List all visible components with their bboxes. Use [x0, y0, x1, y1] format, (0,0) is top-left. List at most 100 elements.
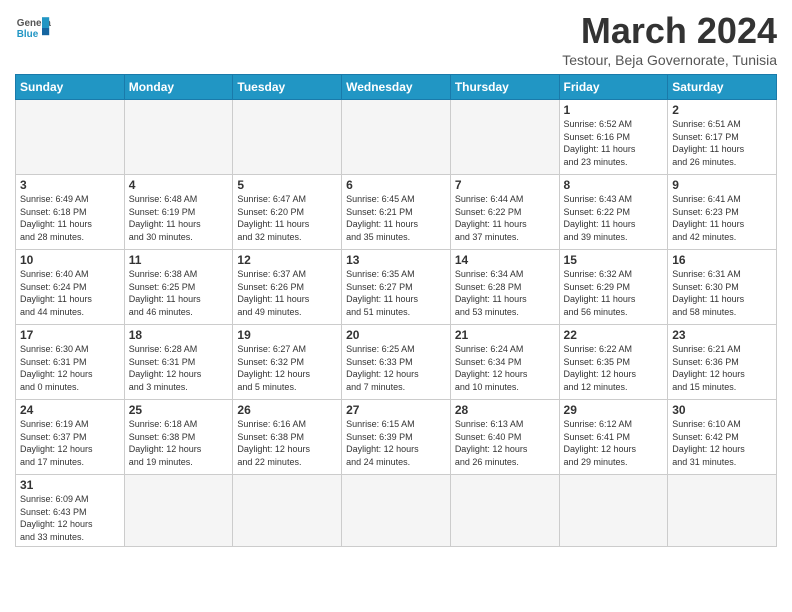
logo-svg: General Blue: [15, 10, 51, 46]
title-area: March 2024 Testour, Beja Governorate, Tu…: [562, 10, 777, 68]
calendar-week-5: 31Sunrise: 6:09 AM Sunset: 6:43 PM Dayli…: [16, 475, 777, 547]
month-title: March 2024: [562, 10, 777, 52]
logo: General Blue: [15, 10, 51, 46]
day-info: Sunrise: 6:19 AM Sunset: 6:37 PM Dayligh…: [20, 418, 120, 468]
day-number: 25: [129, 403, 229, 417]
calendar-cell: 15Sunrise: 6:32 AM Sunset: 6:29 PM Dayli…: [559, 250, 668, 325]
day-number: 30: [672, 403, 772, 417]
day-number: 5: [237, 178, 337, 192]
day-info: Sunrise: 6:52 AM Sunset: 6:16 PM Dayligh…: [564, 118, 664, 168]
calendar-cell: 22Sunrise: 6:22 AM Sunset: 6:35 PM Dayli…: [559, 325, 668, 400]
day-header-wednesday: Wednesday: [342, 75, 451, 100]
day-number: 23: [672, 328, 772, 342]
day-number: 12: [237, 253, 337, 267]
calendar-cell: 13Sunrise: 6:35 AM Sunset: 6:27 PM Dayli…: [342, 250, 451, 325]
day-number: 28: [455, 403, 555, 417]
calendar-cell: 26Sunrise: 6:16 AM Sunset: 6:38 PM Dayli…: [233, 400, 342, 475]
day-number: 9: [672, 178, 772, 192]
day-info: Sunrise: 6:49 AM Sunset: 6:18 PM Dayligh…: [20, 193, 120, 243]
day-number: 10: [20, 253, 120, 267]
calendar-cell: 28Sunrise: 6:13 AM Sunset: 6:40 PM Dayli…: [450, 400, 559, 475]
day-info: Sunrise: 6:18 AM Sunset: 6:38 PM Dayligh…: [129, 418, 229, 468]
day-number: 22: [564, 328, 664, 342]
day-info: Sunrise: 6:09 AM Sunset: 6:43 PM Dayligh…: [20, 493, 120, 543]
day-header-friday: Friday: [559, 75, 668, 100]
day-info: Sunrise: 6:25 AM Sunset: 6:33 PM Dayligh…: [346, 343, 446, 393]
day-info: Sunrise: 6:37 AM Sunset: 6:26 PM Dayligh…: [237, 268, 337, 318]
subtitle: Testour, Beja Governorate, Tunisia: [562, 52, 777, 68]
day-info: Sunrise: 6:45 AM Sunset: 6:21 PM Dayligh…: [346, 193, 446, 243]
calendar-cell: [450, 475, 559, 547]
calendar-week-2: 10Sunrise: 6:40 AM Sunset: 6:24 PM Dayli…: [16, 250, 777, 325]
calendar-cell: 14Sunrise: 6:34 AM Sunset: 6:28 PM Dayli…: [450, 250, 559, 325]
calendar-cell: 29Sunrise: 6:12 AM Sunset: 6:41 PM Dayli…: [559, 400, 668, 475]
calendar-cell: 25Sunrise: 6:18 AM Sunset: 6:38 PM Dayli…: [124, 400, 233, 475]
calendar-week-0: 1Sunrise: 6:52 AM Sunset: 6:16 PM Daylig…: [16, 100, 777, 175]
calendar-header-row: SundayMondayTuesdayWednesdayThursdayFrid…: [16, 75, 777, 100]
day-header-sunday: Sunday: [16, 75, 125, 100]
calendar-cell: 12Sunrise: 6:37 AM Sunset: 6:26 PM Dayli…: [233, 250, 342, 325]
calendar-table: SundayMondayTuesdayWednesdayThursdayFrid…: [15, 74, 777, 547]
day-info: Sunrise: 6:13 AM Sunset: 6:40 PM Dayligh…: [455, 418, 555, 468]
calendar-cell: [559, 475, 668, 547]
day-info: Sunrise: 6:24 AM Sunset: 6:34 PM Dayligh…: [455, 343, 555, 393]
calendar-week-4: 24Sunrise: 6:19 AM Sunset: 6:37 PM Dayli…: [16, 400, 777, 475]
day-number: 14: [455, 253, 555, 267]
day-number: 4: [129, 178, 229, 192]
day-number: 7: [455, 178, 555, 192]
day-number: 11: [129, 253, 229, 267]
day-header-tuesday: Tuesday: [233, 75, 342, 100]
day-number: 20: [346, 328, 446, 342]
calendar-cell: 6Sunrise: 6:45 AM Sunset: 6:21 PM Daylig…: [342, 175, 451, 250]
day-number: 13: [346, 253, 446, 267]
day-number: 29: [564, 403, 664, 417]
calendar-week-1: 3Sunrise: 6:49 AM Sunset: 6:18 PM Daylig…: [16, 175, 777, 250]
calendar-cell: 27Sunrise: 6:15 AM Sunset: 6:39 PM Dayli…: [342, 400, 451, 475]
day-number: 2: [672, 103, 772, 117]
calendar-cell: 30Sunrise: 6:10 AM Sunset: 6:42 PM Dayli…: [668, 400, 777, 475]
calendar-week-3: 17Sunrise: 6:30 AM Sunset: 6:31 PM Dayli…: [16, 325, 777, 400]
day-info: Sunrise: 6:10 AM Sunset: 6:42 PM Dayligh…: [672, 418, 772, 468]
calendar-cell: 31Sunrise: 6:09 AM Sunset: 6:43 PM Dayli…: [16, 475, 125, 547]
day-info: Sunrise: 6:51 AM Sunset: 6:17 PM Dayligh…: [672, 118, 772, 168]
day-number: 31: [20, 478, 120, 492]
day-number: 15: [564, 253, 664, 267]
day-number: 3: [20, 178, 120, 192]
calendar-cell: 5Sunrise: 6:47 AM Sunset: 6:20 PM Daylig…: [233, 175, 342, 250]
day-info: Sunrise: 6:31 AM Sunset: 6:30 PM Dayligh…: [672, 268, 772, 318]
header: General Blue March 2024 Testour, Beja Go…: [15, 10, 777, 68]
calendar-cell: [450, 100, 559, 175]
calendar-cell: [233, 475, 342, 547]
calendar-cell: 9Sunrise: 6:41 AM Sunset: 6:23 PM Daylig…: [668, 175, 777, 250]
day-info: Sunrise: 6:43 AM Sunset: 6:22 PM Dayligh…: [564, 193, 664, 243]
calendar-cell: 7Sunrise: 6:44 AM Sunset: 6:22 PM Daylig…: [450, 175, 559, 250]
day-info: Sunrise: 6:41 AM Sunset: 6:23 PM Dayligh…: [672, 193, 772, 243]
day-number: 1: [564, 103, 664, 117]
calendar-cell: [233, 100, 342, 175]
calendar-cell: 21Sunrise: 6:24 AM Sunset: 6:34 PM Dayli…: [450, 325, 559, 400]
day-info: Sunrise: 6:34 AM Sunset: 6:28 PM Dayligh…: [455, 268, 555, 318]
calendar-cell: [124, 100, 233, 175]
day-number: 21: [455, 328, 555, 342]
svg-text:Blue: Blue: [17, 29, 39, 40]
calendar-cell: [16, 100, 125, 175]
calendar-cell: 11Sunrise: 6:38 AM Sunset: 6:25 PM Dayli…: [124, 250, 233, 325]
day-number: 18: [129, 328, 229, 342]
calendar-cell: 1Sunrise: 6:52 AM Sunset: 6:16 PM Daylig…: [559, 100, 668, 175]
day-info: Sunrise: 6:12 AM Sunset: 6:41 PM Dayligh…: [564, 418, 664, 468]
day-number: 24: [20, 403, 120, 417]
day-header-saturday: Saturday: [668, 75, 777, 100]
day-info: Sunrise: 6:35 AM Sunset: 6:27 PM Dayligh…: [346, 268, 446, 318]
calendar-cell: 19Sunrise: 6:27 AM Sunset: 6:32 PM Dayli…: [233, 325, 342, 400]
calendar-cell: [342, 100, 451, 175]
calendar-cell: 10Sunrise: 6:40 AM Sunset: 6:24 PM Dayli…: [16, 250, 125, 325]
day-number: 17: [20, 328, 120, 342]
day-number: 27: [346, 403, 446, 417]
calendar-cell: 3Sunrise: 6:49 AM Sunset: 6:18 PM Daylig…: [16, 175, 125, 250]
calendar-cell: [668, 475, 777, 547]
calendar-cell: 20Sunrise: 6:25 AM Sunset: 6:33 PM Dayli…: [342, 325, 451, 400]
day-info: Sunrise: 6:48 AM Sunset: 6:19 PM Dayligh…: [129, 193, 229, 243]
day-number: 6: [346, 178, 446, 192]
calendar-cell: 23Sunrise: 6:21 AM Sunset: 6:36 PM Dayli…: [668, 325, 777, 400]
day-info: Sunrise: 6:15 AM Sunset: 6:39 PM Dayligh…: [346, 418, 446, 468]
